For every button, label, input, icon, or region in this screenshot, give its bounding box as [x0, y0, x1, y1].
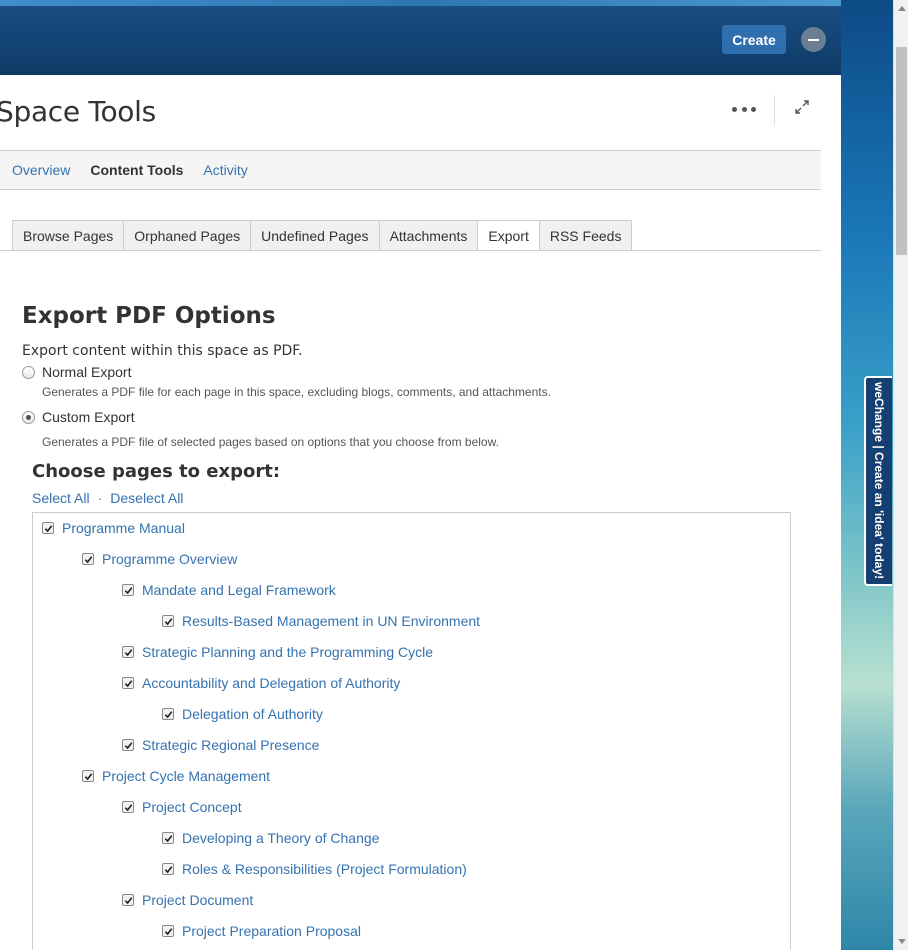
select-links: Select All · Deselect All	[32, 490, 183, 506]
custom-export-option[interactable]: Custom Export	[22, 409, 135, 425]
page-title: Space Tools	[0, 95, 156, 128]
tree-item[interactable]: Programme Overview	[82, 549, 237, 569]
deselect-all-link[interactable]: Deselect All	[110, 490, 183, 506]
page-link[interactable]: Developing a Theory of Change	[182, 830, 379, 846]
checkmark-icon	[124, 679, 132, 687]
tab-browse-pages[interactable]: Browse Pages	[12, 220, 125, 251]
pages-tree: Programme Manual Programme Overview Mandat…	[32, 512, 791, 950]
checkmark-icon	[84, 772, 92, 780]
tree-item[interactable]: Roles & Responsibilities (Project Formul…	[162, 859, 467, 879]
tree-item[interactable]: Accountability and Delegation of Authori…	[122, 673, 400, 693]
tree-item[interactable]: Strategic Regional Presence	[122, 735, 319, 755]
tab-undefined-pages[interactable]: Undefined Pages	[251, 220, 380, 251]
page-link[interactable]: Project Concept	[142, 799, 242, 815]
custom-export-radio[interactable]	[22, 410, 35, 424]
page-link[interactable]: Results-Based Management in UN Environme…	[182, 613, 480, 629]
collapse-icon[interactable]	[801, 27, 826, 52]
content-tools-tabs: Browse Pages Orphaned Pages Undefined Page…	[12, 220, 633, 251]
expand-icon[interactable]	[794, 99, 810, 115]
feedback-tab[interactable]: weChange | Create an 'idea' today!	[864, 376, 892, 586]
checkmark-icon	[164, 710, 172, 718]
tabs-baseline	[0, 250, 821, 251]
tab-export[interactable]: Export	[478, 220, 540, 251]
scroll-up-icon[interactable]	[894, 0, 908, 17]
checkmark-icon	[124, 586, 132, 594]
checkmark-icon	[124, 896, 132, 904]
tree-item[interactable]: Programme Manual	[42, 518, 185, 538]
link-separator: ·	[97, 490, 103, 506]
export-title: Export PDF Options	[22, 303, 276, 329]
tree-item[interactable]: Mandate and Legal Framework	[122, 580, 336, 600]
page-link[interactable]: Strategic Regional Presence	[142, 737, 319, 753]
scroll-down-icon[interactable]	[894, 933, 908, 950]
tree-item[interactable]: Strategic Planning and the Programming C…	[122, 642, 433, 662]
page-link[interactable]: Mandate and Legal Framework	[142, 582, 336, 598]
tree-item[interactable]: Developing a Theory of Change	[162, 828, 379, 848]
space-tools-panel: Space Tools Overview Content Tools Activit…	[0, 75, 841, 950]
scroll-thumb[interactable]	[896, 47, 907, 255]
tree-item[interactable]: Project Concept	[122, 797, 242, 817]
content-subnav: Overview Content Tools Activity	[0, 150, 821, 190]
page-link[interactable]: Programme Manual	[62, 520, 185, 536]
tree-item[interactable]: Project Cycle Management	[82, 766, 270, 786]
normal-export-label: Normal Export	[42, 364, 132, 380]
create-button[interactable]: Create	[722, 25, 786, 54]
normal-export-radio[interactable]	[22, 365, 35, 379]
checkmark-icon	[164, 927, 172, 935]
page-link[interactable]: Strategic Planning and the Programming C…	[142, 644, 433, 660]
checkmark-icon	[124, 648, 132, 656]
custom-export-label: Custom Export	[42, 409, 135, 425]
subnav-item-content-tools[interactable]: Content Tools	[90, 162, 183, 178]
page-checkbox[interactable]	[162, 925, 174, 937]
page-checkbox[interactable]	[42, 522, 54, 534]
page-link[interactable]: Programme Overview	[102, 551, 237, 567]
page-link[interactable]: Project Preparation Proposal	[182, 923, 361, 939]
custom-export-help: Generates a PDF file of selected pages b…	[42, 435, 499, 449]
more-options-icon[interactable]	[732, 101, 756, 117]
tab-orphaned-pages[interactable]: Orphaned Pages	[124, 220, 252, 251]
feedback-label: weChange | Create an 'idea' today!	[872, 382, 886, 580]
page-checkbox[interactable]	[122, 739, 134, 751]
normal-export-option[interactable]: Normal Export	[22, 364, 131, 380]
normal-export-help: Generates a PDF file for each page in th…	[42, 385, 551, 399]
checkmark-icon	[164, 834, 172, 842]
page-scrollbar[interactable]	[893, 0, 908, 950]
page-checkbox[interactable]	[122, 646, 134, 658]
page-link[interactable]: Roles & Responsibilities (Project Formul…	[182, 861, 467, 877]
page-checkbox[interactable]	[82, 553, 94, 565]
checkmark-icon	[124, 741, 132, 749]
page-checkbox[interactable]	[122, 801, 134, 813]
checkmark-icon	[164, 617, 172, 625]
page-link[interactable]: Project Cycle Management	[102, 768, 270, 784]
subnav-item-activity[interactable]: Activity	[203, 162, 247, 178]
page-link[interactable]: Delegation of Authority	[182, 706, 323, 722]
header-bar: Create	[0, 0, 841, 75]
export-description: Export content within this space as PDF.	[22, 343, 303, 359]
page-checkbox[interactable]	[162, 863, 174, 875]
checkmark-icon	[44, 524, 52, 532]
checkmark-icon	[84, 555, 92, 563]
header-glint	[0, 0, 841, 6]
tree-item[interactable]: Project Document	[122, 890, 253, 910]
page-checkbox[interactable]	[162, 832, 174, 844]
tab-attachments[interactable]: Attachments	[379, 220, 479, 251]
page-link[interactable]: Accountability and Delegation of Authori…	[142, 675, 400, 691]
page-checkbox[interactable]	[122, 894, 134, 906]
subnav-item-overview[interactable]: Overview	[12, 162, 70, 178]
select-all-link[interactable]: Select All	[32, 490, 90, 506]
choose-pages-title: Choose pages to export:	[32, 461, 281, 482]
tab-rss-feeds[interactable]: RSS Feeds	[539, 220, 633, 251]
page-link[interactable]: Project Document	[142, 892, 253, 908]
checkmark-icon	[164, 865, 172, 873]
divider	[774, 95, 775, 125]
page-checkbox[interactable]	[122, 584, 134, 596]
tree-item[interactable]: Results-Based Management in UN Environme…	[162, 611, 480, 631]
checkmark-icon	[124, 803, 132, 811]
tree-item[interactable]: Delegation of Authority	[162, 704, 323, 724]
page-checkbox[interactable]	[162, 615, 174, 627]
page-checkbox[interactable]	[82, 770, 94, 782]
tree-item[interactable]: Project Preparation Proposal	[162, 921, 361, 941]
page-checkbox[interactable]	[162, 708, 174, 720]
page-checkbox[interactable]	[122, 677, 134, 689]
